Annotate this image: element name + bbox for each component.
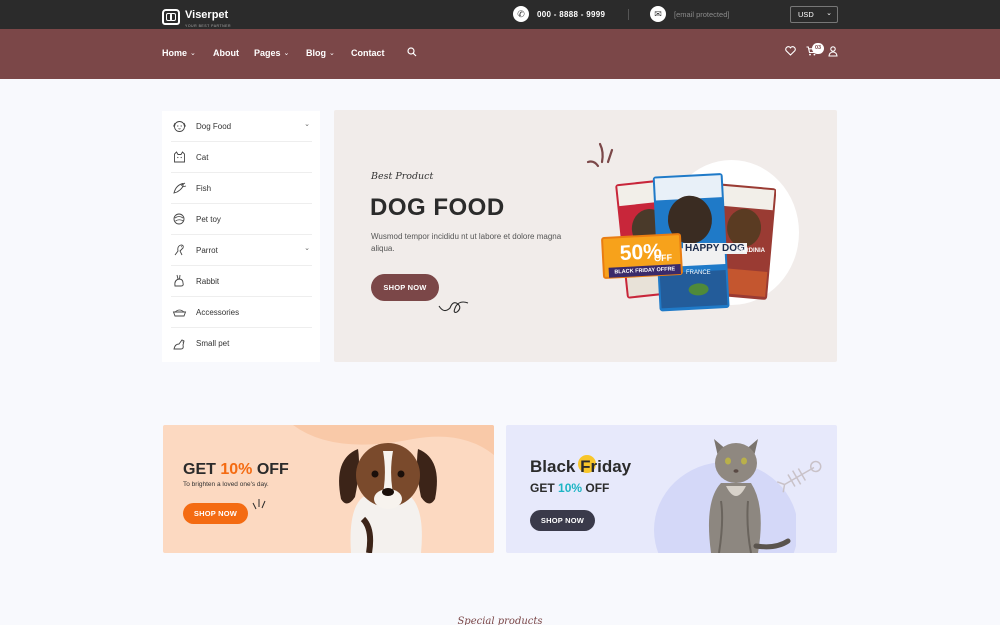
promo-title-c: OFF: [252, 461, 289, 478]
splash-decoration: [586, 142, 614, 168]
splash-decoration: [252, 499, 266, 510]
chevron-down-icon: ⌄: [329, 50, 335, 57]
chevron-down-icon[interactable]: ⌄: [304, 120, 310, 128]
category-label: Dog Food: [196, 121, 232, 131]
currency-value: USD: [798, 10, 814, 19]
brand-tagline: YOUR BEST PARTNER: [185, 24, 232, 28]
promo-title-b: Fr: [580, 457, 598, 476]
logo[interactable]: Viserpet YOUR BEST PARTNER: [162, 5, 231, 28]
brand-name: Viserpet: [185, 9, 229, 21]
chevron-down-icon: ⌄: [826, 10, 832, 17]
promo-sub-a: GET: [530, 481, 559, 495]
contact-phone[interactable]: ✆ 000 - 8888 - 9999: [513, 6, 605, 22]
promo-right-shop-now-button[interactable]: SHOP NOW: [530, 510, 595, 531]
category-pet-toy[interactable]: Pet toy: [171, 204, 312, 235]
nav-item-label: Contact: [351, 48, 385, 58]
logo-icon: [162, 8, 180, 25]
cart-count-badge: 03: [812, 43, 824, 54]
category-label: Accessories: [196, 307, 240, 317]
parrot-icon: [171, 242, 187, 258]
nav-item-label: Blog: [306, 48, 326, 58]
currency-select[interactable]: USD ⌄: [790, 6, 838, 23]
small-pet-icon: [171, 336, 187, 352]
promo-title-a: Black: [530, 457, 581, 476]
mail-icon: ✉: [650, 6, 666, 22]
heart-icon[interactable]: [785, 46, 796, 56]
fish-icon: [171, 180, 187, 196]
hero-description: Wusmod tempor incididu nt ut labore et d…: [371, 232, 562, 253]
user-icon[interactable]: [828, 46, 838, 57]
category-label: Rabbit: [196, 276, 220, 286]
category-dog-food[interactable]: Dog Food ⌄: [171, 111, 312, 142]
bag-sub-label-2: SARDINIA: [736, 248, 766, 254]
top-bar: Viserpet YOUR BEST PARTNER ✆ 000 - 8888 …: [0, 0, 1000, 29]
category-label: Parrot: [196, 245, 218, 255]
promo-title-a: GET: [183, 461, 221, 478]
chevron-down-icon[interactable]: ⌄: [304, 244, 310, 252]
contact-email[interactable]: ✉ [email protected]: [650, 6, 729, 22]
category-accessories[interactable]: Accessories: [171, 297, 312, 328]
category-small-pet[interactable]: Small pet: [171, 328, 312, 359]
hero-eyebrow: Best Product: [371, 171, 434, 182]
chevron-down-icon: ⌄: [190, 50, 196, 57]
nav-item-home[interactable]: Home ⌄: [162, 48, 196, 58]
hero-banner: Best Product DOG FOOD Wusmod tempor inci…: [334, 110, 837, 362]
puppy-image: [339, 443, 437, 553]
hero-title: DOG FOOD: [370, 194, 505, 221]
category-label: Fish: [196, 183, 212, 193]
chevron-down-icon: ⌄: [283, 50, 290, 57]
category-cat[interactable]: Cat: [171, 142, 312, 173]
category-fish[interactable]: Fish: [171, 173, 312, 204]
nav-item-pages[interactable]: Pages ⌄: [254, 48, 289, 58]
nav-item-about[interactable]: About: [213, 48, 239, 58]
phone-number: 000 - 8888 - 9999: [537, 9, 606, 19]
bowl-icon: [171, 304, 187, 320]
hero-shop-now-button[interactable]: SHOP NOW: [371, 274, 439, 301]
promo-sub-c: OFF: [582, 481, 610, 495]
promo-title-c: iday: [597, 457, 632, 476]
category-label: Small pet: [196, 339, 230, 348]
promo-subtitle: To brighten a loved one's day.: [183, 481, 269, 488]
email-address: [email protected]: [674, 9, 730, 19]
toy-icon: [171, 211, 187, 227]
nav-item-label: About: [213, 48, 239, 58]
divider: [628, 9, 629, 20]
category-rabbit[interactable]: Rabbit: [171, 266, 312, 297]
promo-title-highlight: 10%: [220, 461, 253, 478]
promo-title: GET 10% OFF: [183, 461, 289, 479]
nav-item-blog[interactable]: Blog ⌄: [306, 48, 335, 58]
promo-subtitle: GET 10% OFF: [530, 481, 609, 495]
nav-item-label: Pages: [254, 48, 281, 58]
category-label: Cat: [196, 152, 209, 162]
promo-card-puppy[interactable]: GET 10% OFF To brighten a loved one's da…: [163, 425, 494, 553]
rabbit-icon: [171, 273, 187, 289]
section-title-special-products: Special products: [457, 616, 543, 625]
phone-icon: ✆: [513, 6, 529, 22]
promo-sub-highlight: 10%: [558, 481, 583, 495]
nav-item-contact[interactable]: Contact: [351, 48, 385, 58]
cat-image: [708, 439, 791, 553]
sale-badge-off: OFF: [653, 252, 673, 264]
nav-item-label: Home: [162, 48, 188, 58]
sale-badge: 50% OFF BLACK FRIDAY OFFRE: [600, 232, 684, 280]
dog-icon: [171, 118, 187, 134]
promo-title: Black Friday: [530, 455, 632, 477]
promo-title-highlight: Fr: [578, 455, 598, 476]
main-nav: Home ⌄ About Pages ⌄ Blog ⌄ Contact 03: [0, 29, 1000, 79]
promo-left-shop-now-button[interactable]: SHOP NOW: [183, 503, 248, 524]
category-label: Pet toy: [196, 214, 221, 224]
squiggle-decoration: [438, 301, 469, 313]
category-parrot[interactable]: Parrot ⌄: [171, 235, 312, 266]
search-icon[interactable]: [407, 47, 417, 57]
category-sidebar: Dog Food ⌄ Cat Fish Pet toy Parrot ⌄ Rab…: [162, 111, 320, 362]
promo-card-black-friday[interactable]: Black Friday GET 10% OFF SHOP NOW: [506, 425, 837, 553]
bag-sub-label: FRANCE: [686, 270, 711, 276]
cat-icon: [171, 149, 187, 165]
